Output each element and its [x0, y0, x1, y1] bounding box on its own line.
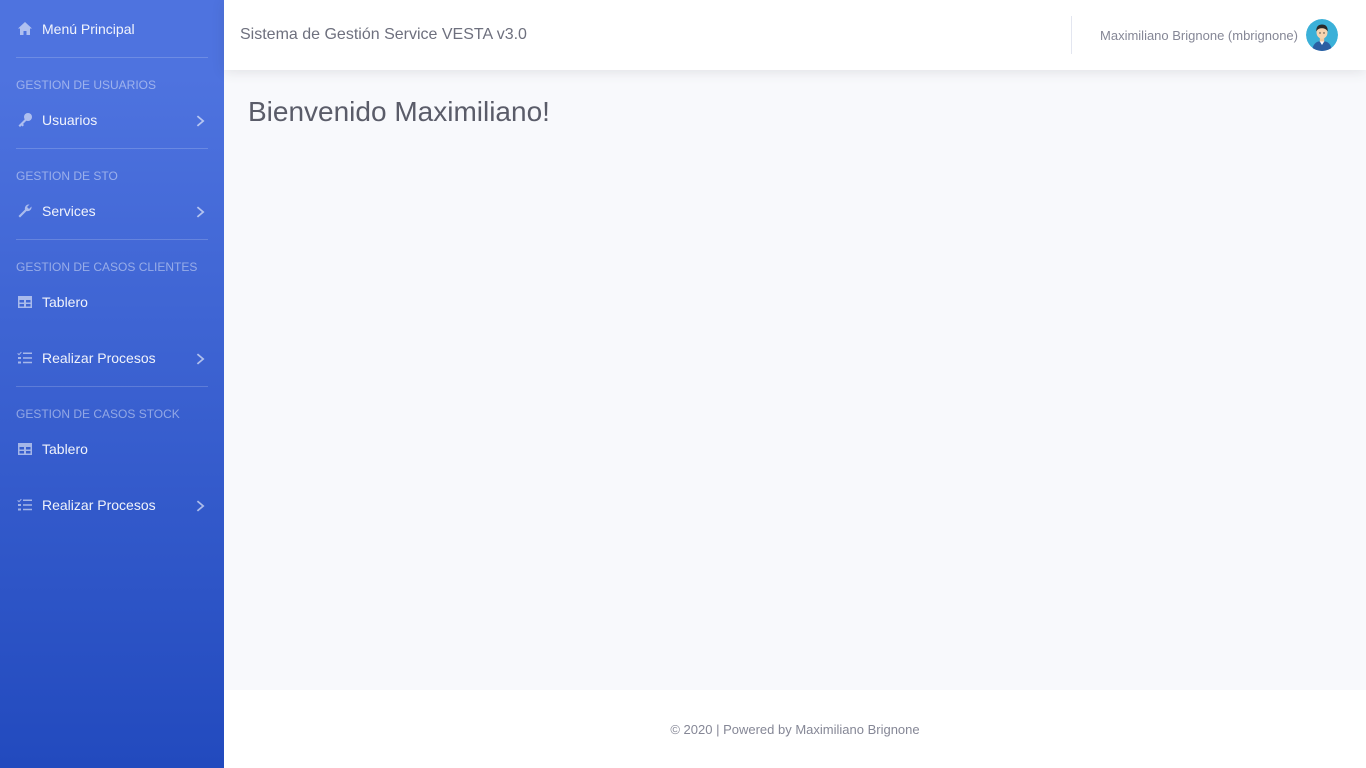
user-name[interactable]: Maximiliano Brignone (mbrignone) [1100, 28, 1298, 43]
avatar[interactable] [1306, 19, 1338, 51]
sidebar: Menú Principal GESTION DE USUARIOS Usuar… [0, 0, 224, 768]
table-icon [16, 294, 34, 310]
sidebar-item-label: Usuarios [42, 112, 98, 128]
chevron-right-icon [196, 205, 206, 218]
sidebar-item-label: Realizar Procesos [42, 350, 156, 366]
sidebar-item-label: Realizar Procesos [42, 497, 156, 513]
chevron-right-icon [196, 114, 206, 127]
footer-text: © 2020 | Powered by Maximiliano Brignone [670, 721, 920, 737]
table-icon [16, 441, 34, 457]
topbar: Sistema de Gestión Service VESTA v3.0 Ma… [224, 0, 1366, 70]
tasks-icon [16, 350, 34, 366]
sidebar-heading-casos-clientes: GESTION DE CASOS CLIENTES [16, 260, 198, 274]
sidebar-heading-casos-stock: GESTION DE CASOS STOCK [16, 407, 180, 421]
tasks-icon [16, 497, 34, 513]
sidebar-item-label: Tablero [42, 441, 88, 457]
footer: © 2020 | Powered by Maximiliano Brignone [224, 690, 1366, 768]
sidebar-item-tablero-stock[interactable]: Tablero [0, 421, 224, 477]
page-title: Bienvenido Maximiliano! [248, 96, 550, 127]
app-title: Sistema de Gestión Service VESTA v3.0 [240, 26, 527, 43]
home-icon [16, 21, 34, 37]
sidebar-item-procesos-stock[interactable]: Realizar Procesos [0, 477, 224, 533]
topbar-divider [1071, 16, 1073, 54]
sidebar-heading-usuarios: GESTION DE USUARIOS [16, 78, 157, 92]
sidebar-item-label: Services [42, 203, 96, 219]
sidebar-item-usuarios[interactable]: Usuarios [0, 92, 224, 148]
sidebar-item-tablero-clientes[interactable]: Tablero [0, 274, 224, 330]
sidebar-item-label: Tablero [42, 294, 88, 310]
sidebar-heading-sto: GESTION DE STO [16, 169, 118, 183]
sidebar-item-label: Menú Principal [42, 20, 135, 37]
chevron-right-icon [196, 499, 206, 512]
main-content: Bienvenido Maximiliano! [224, 70, 1366, 690]
key-icon [16, 112, 34, 128]
sidebar-item-menu-principal[interactable]: Menú Principal [0, 0, 224, 57]
wrench-icon [16, 203, 34, 219]
sidebar-item-services[interactable]: Services [0, 183, 224, 239]
chevron-right-icon [196, 352, 206, 365]
sidebar-item-procesos-clientes[interactable]: Realizar Procesos [0, 330, 224, 386]
